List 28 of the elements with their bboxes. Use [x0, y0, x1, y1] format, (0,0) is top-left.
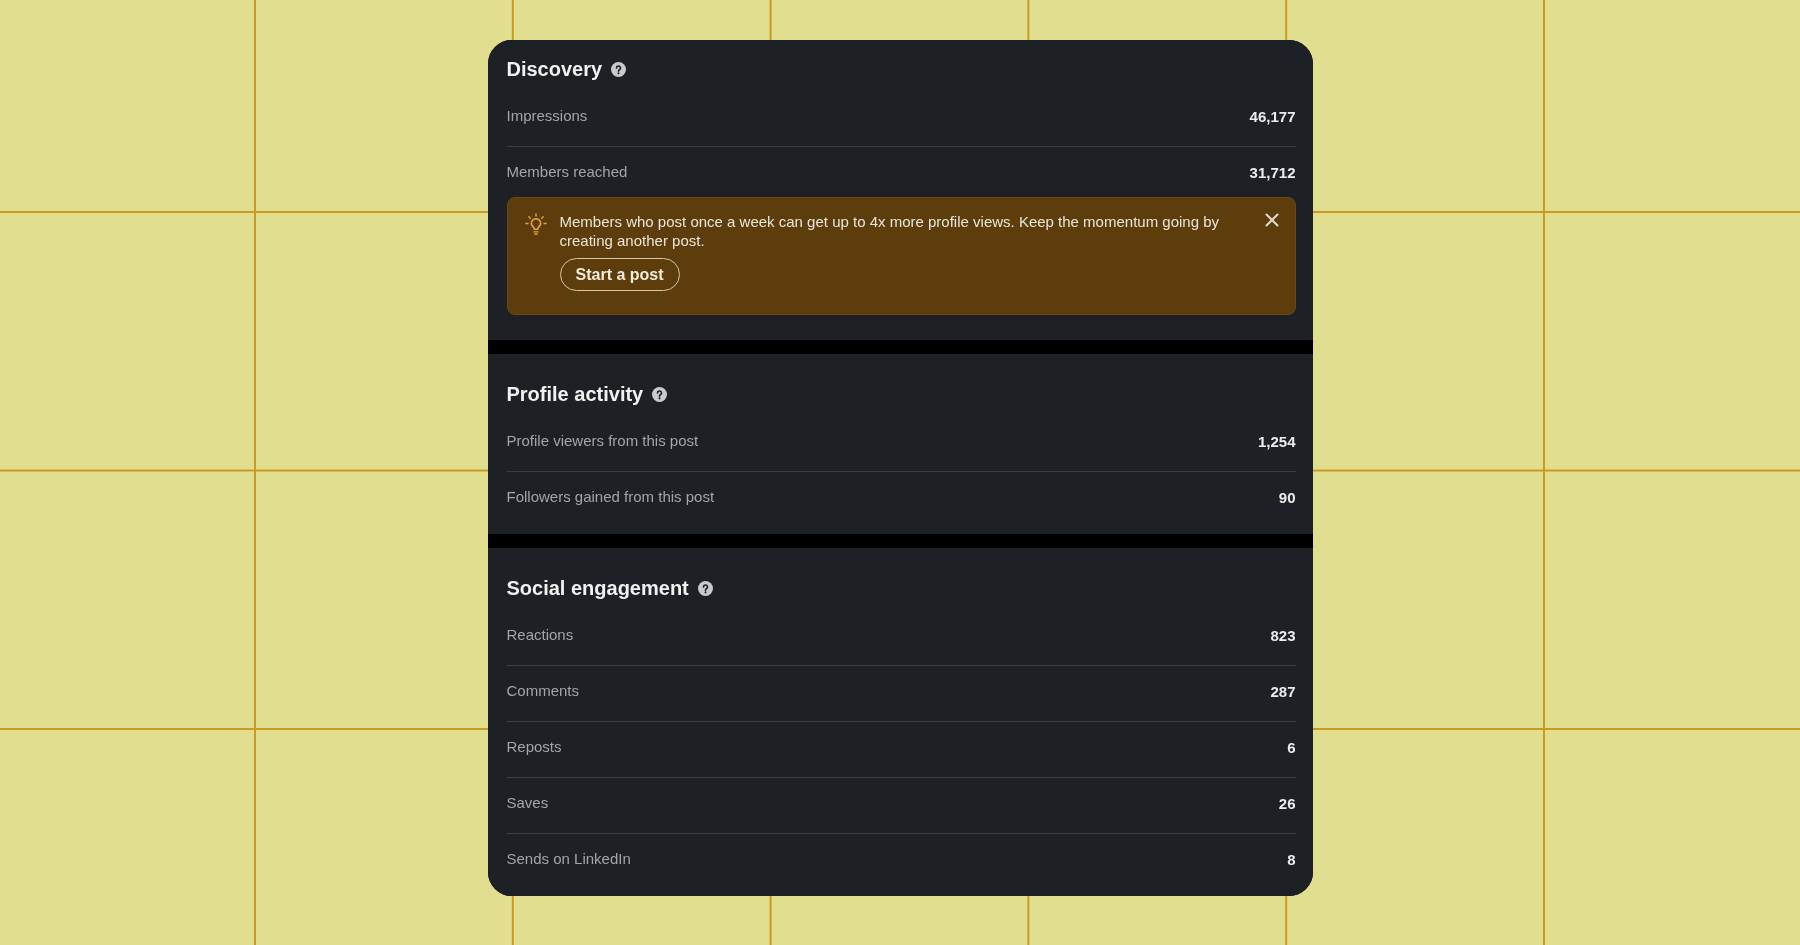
- metric-label: Reposts: [506, 736, 562, 757]
- help-icon[interactable]: [697, 580, 713, 596]
- section-title: Social engagement: [506, 576, 689, 601]
- metric-value: 287: [1270, 682, 1296, 702]
- help-icon[interactable]: [652, 386, 668, 402]
- metric-value: 90: [1278, 488, 1296, 508]
- metric-value: 1,254: [1257, 432, 1296, 452]
- section-title: Profile activity: [506, 382, 644, 407]
- lightbulb-icon: [524, 213, 547, 235]
- section-title: Discovery: [506, 57, 603, 82]
- metric-label: Profile viewers from this post: [506, 430, 699, 451]
- metric-value: 46,177: [1249, 107, 1296, 127]
- tip-text: Members who post once a week can get up to 4x more profile views. Keep the momentum going by creating another post.: [559, 212, 1220, 250]
- metric-label: Reactions: [506, 624, 574, 645]
- metric-value: 31,712: [1249, 163, 1296, 183]
- metric-label: Impressions: [506, 105, 588, 126]
- close-button[interactable]: [1262, 211, 1281, 229]
- close-icon: [1264, 213, 1279, 227]
- help-icon[interactable]: [611, 61, 627, 77]
- metric-label: Saves: [506, 792, 549, 813]
- metric-label: Members reached: [506, 161, 628, 182]
- metric-value: 6: [1287, 738, 1296, 758]
- metric-value: 26: [1278, 794, 1296, 814]
- metric-label: Sends on LinkedIn: [506, 848, 631, 869]
- metric-label: Comments: [506, 680, 580, 701]
- metric-label: Followers gained from this post: [506, 486, 715, 507]
- metric-value: 8: [1287, 850, 1296, 870]
- metric-value: 823: [1270, 626, 1296, 646]
